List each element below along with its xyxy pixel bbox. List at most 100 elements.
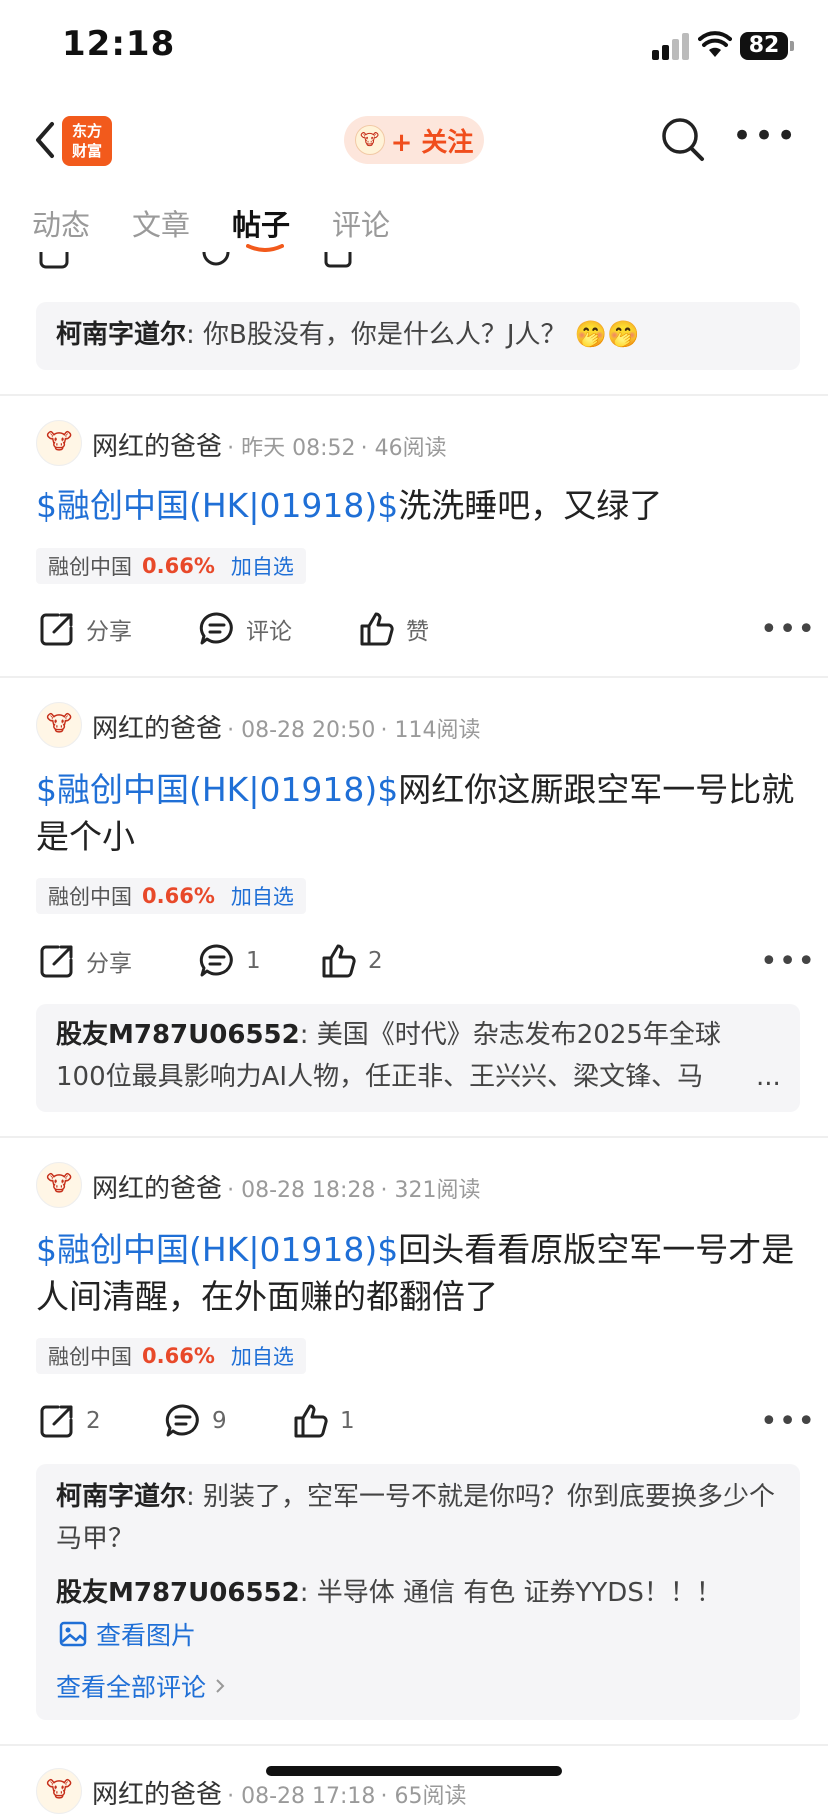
share-count: 2 xyxy=(86,1408,101,1434)
search-icon[interactable] xyxy=(660,116,706,164)
comment-preview-box[interactable]: 柯南字道尔: 别装了，空军一号不就是你吗？你到底要换多少个马甲？ 股友M787U… xyxy=(36,1464,800,1720)
post-more-icon[interactable]: ••• xyxy=(760,944,816,979)
view-image-label: 查看图片 xyxy=(96,1621,197,1650)
author-name[interactable]: 网红的爸爸 xyxy=(92,432,222,462)
more-options-icon[interactable]: ••• xyxy=(732,119,798,153)
post-more-icon[interactable]: ••• xyxy=(760,612,816,647)
stock-chip-name: 融创中国 xyxy=(48,555,132,579)
stock-chip-name: 融创中国 xyxy=(48,1345,132,1369)
stock-chip[interactable]: 融创中国 0.66% 加自选 xyxy=(36,548,306,584)
tab-articles[interactable]: 文章 xyxy=(132,202,190,244)
author-name[interactable]: 网红的爸爸 xyxy=(92,1780,222,1810)
share-icon xyxy=(40,945,73,978)
post-header: 网红的爸爸 · 08-28 20:50 · 114阅读 xyxy=(92,714,481,744)
post-time: 08-28 17:18 xyxy=(241,1784,376,1809)
tab-comments[interactable]: 评论 xyxy=(332,202,390,244)
post-more-icon[interactable]: ••• xyxy=(760,1404,816,1439)
commenter-name[interactable]: 柯南字道尔 xyxy=(56,1482,186,1512)
commenter-name[interactable]: 股友M787U06552 xyxy=(56,1020,300,1050)
comment-preview-box[interactable]: 股友M787U06552: 美国《时代》杂志发布2025年全球100位最具影响力… xyxy=(36,1004,800,1112)
read-count: 46阅读 xyxy=(374,436,447,461)
share-icon xyxy=(40,1405,73,1438)
avatar[interactable]: 🐮 xyxy=(36,1768,82,1814)
stock-chip-name: 融创中国 xyxy=(48,885,132,909)
avatar[interactable]: 🐮 xyxy=(36,420,82,466)
post-time: 昨天 08:52 xyxy=(241,436,356,461)
thumbs-up-icon xyxy=(360,612,394,646)
stock-chip-change: 0.66% xyxy=(142,554,215,578)
like-count: 2 xyxy=(368,948,383,974)
thumbs-up-icon xyxy=(294,1404,328,1438)
share-button[interactable]: 2 xyxy=(38,1402,101,1440)
comment-preview-box[interactable]: 柯南字道尔: 你B股没有，你是什么人？J人？ 🤭🤭 xyxy=(36,302,800,370)
share-button[interactable]: 分享 xyxy=(38,942,132,980)
comment-button[interactable]: 评论 xyxy=(198,610,292,648)
follow-label: + 关注 xyxy=(390,127,474,158)
share-button[interactable]: 分享 xyxy=(38,610,132,648)
comment-sep: : xyxy=(186,1482,195,1512)
avatar[interactable]: 🐮 xyxy=(36,1162,82,1208)
add-watchlist-button[interactable]: 加自选 xyxy=(231,881,294,911)
stock-chip-change: 0.66% xyxy=(142,1344,215,1368)
stock-chip-change: 0.66% xyxy=(142,884,215,908)
like-count: 1 xyxy=(340,1408,355,1434)
status-time: 12:18 xyxy=(62,24,176,64)
comment-sep: : xyxy=(299,1020,309,1050)
add-watchlist-button[interactable]: 加自选 xyxy=(231,1341,294,1371)
share-label: 分享 xyxy=(86,619,132,645)
image-icon xyxy=(59,1621,87,1647)
view-image-link[interactable]: 查看图片 xyxy=(58,1616,196,1652)
commenter-name[interactable]: 股友M787U06552 xyxy=(56,1578,300,1608)
comment-button[interactable]: 1 xyxy=(198,942,261,980)
avatar[interactable]: 🐮 xyxy=(36,702,82,748)
divider xyxy=(0,1744,828,1746)
emoji-face-icon: 🤭🤭 xyxy=(574,320,640,350)
wifi-icon xyxy=(698,31,732,57)
divider xyxy=(0,1136,828,1138)
like-button[interactable]: 2 xyxy=(320,942,383,980)
tab-dynamic[interactable]: 动态 xyxy=(32,202,90,244)
app-logo[interactable]: 东方 财富 xyxy=(62,116,112,166)
add-watchlist-button[interactable]: 加自选 xyxy=(231,551,294,581)
thumbs-up-icon xyxy=(322,944,356,978)
follow-button[interactable]: 🐮 + 关注 xyxy=(344,116,484,164)
post-body[interactable]: $融创中国(HK|01918)$洗洗睡吧，又绿了 xyxy=(36,482,796,529)
chevron-right-icon xyxy=(216,1679,225,1693)
comment-icon xyxy=(199,612,233,645)
stock-chip[interactable]: 融创中国 0.66% 加自选 xyxy=(36,1338,306,1374)
tab-posts[interactable]: 帖子 xyxy=(232,202,290,244)
comment-count: 1 xyxy=(246,948,261,974)
comment-count: 9 xyxy=(212,1408,227,1434)
stock-tag-link[interactable]: $融创中国(HK|01918)$ xyxy=(36,486,398,525)
like-label: 赞 xyxy=(406,619,429,645)
author-name[interactable]: 网红的爸爸 xyxy=(92,1174,222,1204)
comment-icon xyxy=(165,1404,199,1437)
stock-tag-link[interactable]: $融创中国(HK|01918)$ xyxy=(36,1230,398,1269)
view-all-comments-link[interactable]: 查看全部评论 xyxy=(56,1668,226,1704)
cellular-signal-icon xyxy=(652,32,690,60)
logo-line-2: 财富 xyxy=(71,142,102,160)
commenter-name[interactable]: 柯南字道尔 xyxy=(56,320,186,350)
stock-chip[interactable]: 融创中国 0.66% 加自选 xyxy=(36,878,306,914)
home-indicator[interactable] xyxy=(266,1766,562,1776)
post-time: 08-28 20:50 xyxy=(241,718,376,743)
tab-active-indicator xyxy=(246,244,284,252)
comment-text: 你B股没有，你是什么人？J人？ xyxy=(203,320,567,350)
previous-post-actions-partial xyxy=(0,252,828,278)
comment-sep: : xyxy=(299,1578,309,1608)
like-button[interactable]: 1 xyxy=(292,1402,355,1440)
post-body[interactable]: $融创中国(HK|01918)$回头看看原版空军一号才是人间清醒，在外面赚的都翻… xyxy=(36,1226,796,1320)
divider xyxy=(0,394,828,396)
comment-button[interactable]: 9 xyxy=(164,1402,227,1440)
divider xyxy=(0,676,828,678)
logo-line-1: 东方 xyxy=(71,122,102,140)
post-body[interactable]: $融创中国(HK|01918)$网红你这厮跟空军一号比就是个小 xyxy=(36,766,796,860)
like-button[interactable]: 赞 xyxy=(358,610,429,648)
comment-text: 半导体 通信 有色 证券YYDS！！！ xyxy=(316,1578,722,1608)
author-name[interactable]: 网红的爸爸 xyxy=(92,714,222,744)
post-header: 网红的爸爸 · 08-28 18:28 · 321阅读 xyxy=(92,1174,481,1204)
battery-indicator: 82 xyxy=(740,32,788,60)
stock-tag-link[interactable]: $融创中国(HK|01918)$ xyxy=(36,770,398,809)
view-all-comments-label: 查看全部评论 xyxy=(56,1673,207,1702)
read-count: 321阅读 xyxy=(394,1178,481,1203)
